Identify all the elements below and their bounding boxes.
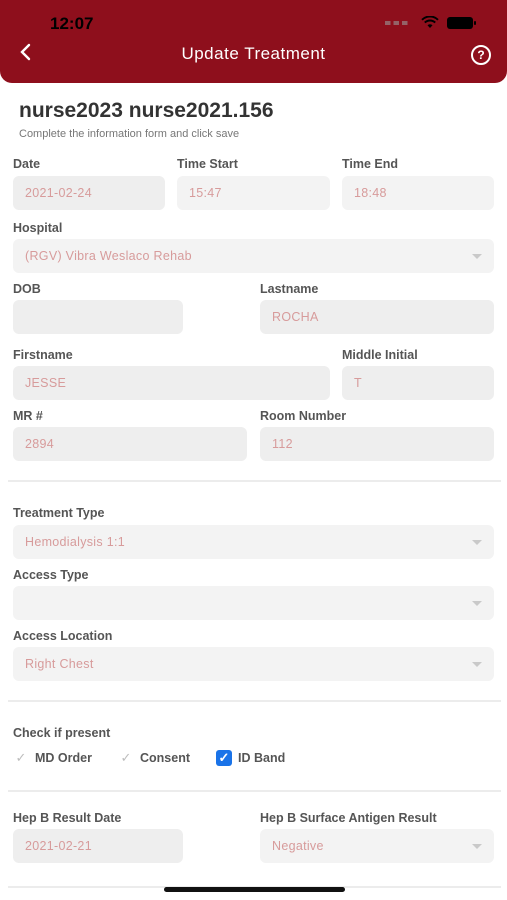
room-number-field[interactable]: 112 — [260, 427, 494, 461]
time-end-label: Time End — [342, 157, 399, 171]
time-start-value: 15:47 — [189, 186, 222, 200]
hospital-select[interactable]: (RGV) Vibra Weslaco Rehab — [13, 239, 494, 273]
nav-bar: 12:07 Update Treatment ? — [0, 0, 507, 83]
id-band-label: ID Band — [238, 751, 286, 765]
chevron-down-icon — [472, 662, 482, 667]
lastname-field[interactable]: ROCHA — [260, 300, 494, 334]
lastname-value: ROCHA — [272, 310, 319, 324]
firstname-field[interactable]: JESSE — [13, 366, 330, 400]
section-divider — [8, 790, 501, 792]
time-end-value: 18:48 — [354, 186, 387, 200]
mr-field[interactable]: 2894 — [13, 427, 247, 461]
page-subtitle: Complete the information form and click … — [19, 128, 240, 140]
help-button[interactable]: ? — [471, 45, 491, 65]
hospital-value: (RGV) Vibra Weslaco Rehab — [25, 249, 192, 263]
access-location-value: Right Chest — [25, 657, 94, 671]
date-label: Date — [13, 157, 41, 171]
hep-b-result-date-value: 2021-02-21 — [25, 839, 92, 853]
chevron-down-icon — [472, 254, 482, 259]
middle-initial-value: T — [354, 376, 362, 390]
status-time: 12:07 — [50, 14, 94, 33]
consent-label: Consent — [140, 751, 190, 765]
battery-icon — [447, 16, 476, 29]
middle-initial-label: Middle Initial — [342, 348, 418, 362]
treatment-type-select[interactable]: Hemodialysis 1:1 — [13, 525, 494, 559]
firstname-label: Firstname — [13, 348, 73, 362]
md-order-label: MD Order — [35, 751, 92, 765]
checkmark-icon: ✓ — [216, 750, 232, 766]
mr-label: MR # — [13, 409, 43, 423]
check-if-present-label: Check if present — [13, 726, 111, 740]
status-icons — [385, 16, 476, 29]
hep-b-result-date-field[interactable]: 2021-02-21 — [13, 829, 183, 863]
consent-checkbox[interactable]: ✓ Consent — [118, 750, 190, 766]
time-end-field[interactable]: 18:48 — [342, 176, 494, 210]
chevron-down-icon — [472, 540, 482, 545]
chevron-down-icon — [472, 844, 482, 849]
signal-icon — [385, 20, 413, 25]
chevron-down-icon — [472, 601, 482, 606]
hospital-label: Hospital — [13, 221, 63, 235]
hep-b-surface-antigen-value: Negative — [272, 839, 324, 853]
access-type-label: Access Type — [13, 568, 89, 582]
room-number-label: Room Number — [260, 409, 347, 423]
home-indicator — [164, 887, 345, 892]
dob-field[interactable] — [13, 300, 183, 334]
checkmark-icon: ✓ — [120, 750, 132, 765]
hep-b-surface-antigen-label: Hep B Surface Antigen Result — [260, 811, 437, 825]
access-location-select[interactable]: Right Chest — [13, 647, 494, 681]
hep-b-surface-antigen-select[interactable]: Negative — [260, 829, 494, 863]
date-field[interactable]: 2021-02-24 — [13, 176, 165, 210]
page-title: nurse2023 nurse2021.156 — [19, 99, 274, 122]
dob-label: DOB — [13, 282, 41, 296]
time-start-label: Time Start — [177, 157, 238, 171]
help-circle-icon: ? — [477, 48, 485, 62]
date-value: 2021-02-24 — [25, 186, 92, 200]
access-type-select[interactable] — [13, 586, 494, 620]
access-location-label: Access Location — [13, 629, 113, 643]
time-start-field[interactable]: 15:47 — [177, 176, 330, 210]
treatment-type-value: Hemodialysis 1:1 — [25, 535, 125, 549]
section-divider — [8, 480, 501, 482]
firstname-value: JESSE — [25, 376, 67, 390]
middle-initial-field[interactable]: T — [342, 366, 494, 400]
md-order-checkbox[interactable]: ✓ MD Order — [13, 750, 92, 766]
checkmark-icon: ✓ — [15, 750, 27, 765]
hep-b-result-date-label: Hep B Result Date — [13, 811, 122, 825]
mr-value: 2894 — [25, 437, 55, 451]
id-band-checkbox[interactable]: ✓ ID Band — [216, 750, 285, 766]
nav-title: Update Treatment — [181, 44, 326, 63]
section-divider — [8, 700, 501, 702]
room-number-value: 112 — [272, 437, 293, 451]
treatment-type-label: Treatment Type — [13, 506, 105, 520]
lastname-label: Lastname — [260, 282, 319, 296]
wifi-icon — [421, 16, 439, 28]
